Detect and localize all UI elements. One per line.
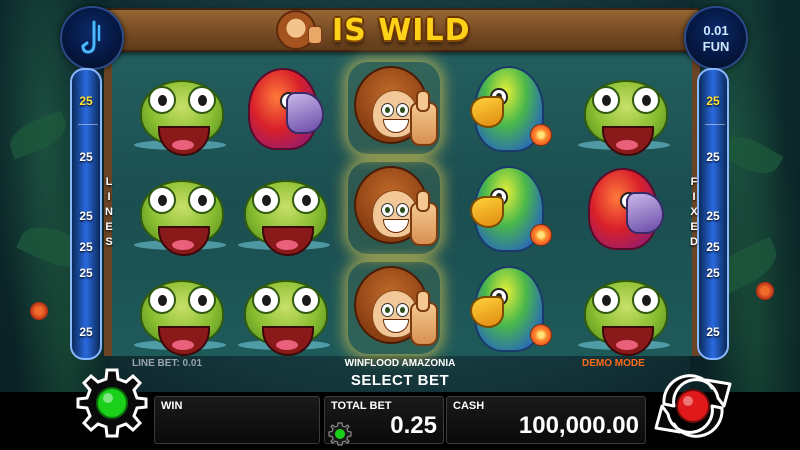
reel-grid xyxy=(120,58,684,356)
line-number[interactable]: 25 xyxy=(72,94,100,108)
line-number[interactable]: 25 xyxy=(72,240,100,254)
settings-gear-button[interactable] xyxy=(76,366,148,438)
green-parrot-symbol xyxy=(462,62,554,154)
coin-amount: 0.01 xyxy=(703,23,729,38)
line-number[interactable]: 25 xyxy=(72,325,100,339)
monkey-wild-symbol xyxy=(348,262,440,354)
line-number[interactable]: 25 xyxy=(72,266,100,280)
flower-decoration xyxy=(756,282,774,300)
coin-currency: FUN xyxy=(702,39,730,54)
frog-symbol xyxy=(134,162,226,256)
gear-icon xyxy=(76,368,148,438)
line-number[interactable]: 25 xyxy=(699,266,727,280)
green-parrot-symbol xyxy=(462,262,554,354)
bet-settings-gear-icon[interactable] xyxy=(328,422,352,446)
frog-symbol xyxy=(134,262,226,356)
cash-label: CASH xyxy=(453,400,485,412)
game-title: IS WILD xyxy=(276,10,470,50)
monkey-wild-symbol xyxy=(348,162,440,254)
cash-panel: CASH 100,000.00 xyxy=(446,396,646,444)
frog-symbol xyxy=(578,62,670,156)
lines-column-right: 25 25 25 25 25 25 xyxy=(697,68,729,360)
demo-mode-label: DEMO MODE xyxy=(582,358,645,369)
coin-value-display[interactable]: 0.01 FUN xyxy=(684,6,748,70)
paytable-button[interactable] xyxy=(60,6,124,70)
red-parrot-symbol xyxy=(238,62,330,154)
red-parrot-symbol xyxy=(578,162,670,254)
frog-symbol xyxy=(238,262,330,356)
title-text: IS WILD xyxy=(332,12,471,48)
win-panel: WIN xyxy=(154,396,320,444)
total-bet-value: 0.25 xyxy=(390,412,437,439)
frog-symbol xyxy=(238,162,330,256)
green-parrot-symbol xyxy=(462,162,554,254)
line-number[interactable]: 25 xyxy=(699,325,727,339)
divider xyxy=(78,124,98,125)
spin-arrows-icon xyxy=(654,374,732,438)
line-number[interactable]: 25 xyxy=(699,150,727,164)
lines-label: LINES xyxy=(103,176,115,251)
monkey-wild-symbol xyxy=(348,62,440,154)
line-number[interactable]: 25 xyxy=(699,240,727,254)
total-bet-label: TOTAL BET xyxy=(331,400,392,412)
leaf-decoration xyxy=(4,110,72,160)
win-label: WIN xyxy=(161,400,183,412)
frog-symbol xyxy=(134,62,226,156)
line-number[interactable]: 25 xyxy=(699,209,727,223)
cash-value: 100,000.00 xyxy=(518,412,639,439)
line-number[interactable]: 25 xyxy=(72,209,100,223)
divider xyxy=(705,124,725,125)
spin-button[interactable] xyxy=(650,370,736,442)
lines-column-left: 25 25 25 25 25 25 xyxy=(70,68,102,360)
fishing-hook-icon xyxy=(81,20,101,54)
flower-decoration xyxy=(30,302,48,320)
line-number[interactable]: 25 xyxy=(699,94,727,108)
frog-symbol xyxy=(578,262,670,356)
fixed-label: FIXED xyxy=(688,176,700,251)
line-number[interactable]: 25 xyxy=(72,150,100,164)
monkey-wild-icon xyxy=(276,10,322,50)
